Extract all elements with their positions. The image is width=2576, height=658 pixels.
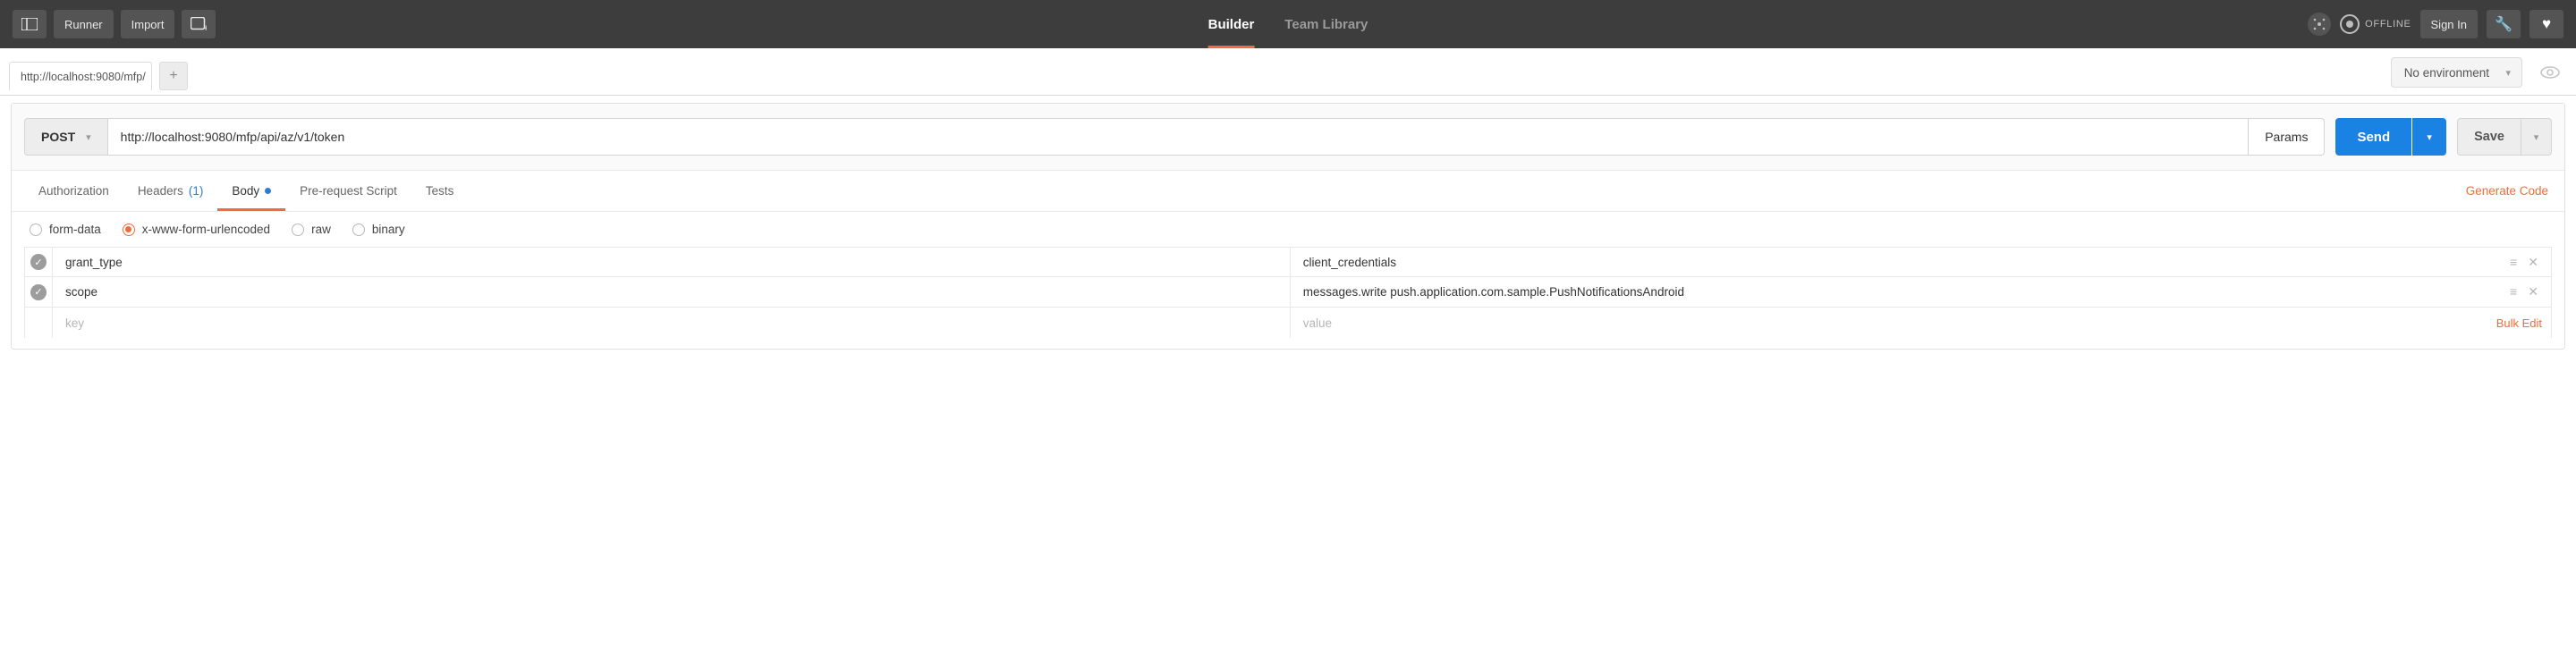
table-row: ✓ grant_type client_credentials ≡ ✕: [24, 247, 2552, 277]
request-panel: POST ▾ Params Send ▾ Save ▾ Authorizatio…: [11, 103, 2565, 350]
tab-prerequest[interactable]: Pre-request Script: [285, 173, 411, 211]
add-request-tab[interactable]: +: [159, 62, 188, 90]
chevron-down-icon: ▾: [2427, 131, 2432, 143]
eye-icon: [2540, 66, 2560, 79]
request-tab[interactable]: http://localhost:9080/mfp/: [9, 62, 152, 90]
settings-button[interactable]: 🔧: [2487, 10, 2521, 38]
import-button[interactable]: Import: [121, 10, 175, 38]
tab-team-library[interactable]: Team Library: [1284, 0, 1368, 48]
chevron-down-icon: ▾: [2505, 67, 2511, 79]
param-key-input[interactable]: scope: [52, 277, 1290, 307]
radio-binary[interactable]: binary: [352, 223, 405, 236]
sync-status-icon[interactable]: [2308, 13, 2331, 36]
request-line: POST ▾ Params Send ▾ Save ▾: [12, 104, 2564, 171]
bulk-edit-link[interactable]: Bulk Edit: [2496, 316, 2551, 330]
param-key-input[interactable]: grant_type: [52, 248, 1290, 276]
send-dropdown[interactable]: ▾: [2412, 118, 2446, 156]
runner-button[interactable]: Runner: [54, 10, 114, 38]
sidebar-icon: [21, 18, 38, 30]
tab-tests[interactable]: Tests: [411, 173, 469, 211]
new-window-button[interactable]: +: [182, 10, 216, 38]
save-dropdown[interactable]: ▾: [2521, 118, 2552, 156]
param-key-input[interactable]: key: [52, 308, 1290, 338]
param-value-input[interactable]: messages.write push.application.com.samp…: [1290, 277, 2497, 307]
row-handle-icon[interactable]: ≡: [2510, 255, 2517, 270]
offline-indicator: OFFLINE: [2340, 14, 2411, 34]
radio-raw[interactable]: raw: [292, 223, 331, 236]
radio-urlencoded[interactable]: x-www-form-urlencoded: [123, 223, 270, 236]
wrench-icon: 🔧: [2495, 15, 2512, 33]
params-button[interactable]: Params: [2249, 118, 2325, 156]
radio-form-data[interactable]: form-data: [30, 223, 101, 236]
chevron-down-icon: ▾: [86, 131, 91, 143]
favorite-button[interactable]: ♥: [2529, 10, 2563, 38]
heart-icon: ♥: [2542, 15, 2551, 33]
method-select[interactable]: POST ▾: [24, 118, 108, 156]
top-tabs: Builder Team Library: [1208, 0, 1368, 48]
row-delete-icon[interactable]: ✕: [2528, 255, 2538, 270]
environment-select[interactable]: No environment ▾: [2391, 57, 2522, 88]
new-window-icon: +: [191, 17, 207, 31]
topbar: Runner Import + Builder Team Library OFF…: [0, 0, 2576, 48]
body-params-table: ✓ grant_type client_credentials ≡ ✕ ✓ sc…: [12, 247, 2564, 349]
toggle-sidebar-button[interactable]: [13, 10, 47, 38]
dirty-dot-icon: [265, 188, 271, 194]
topbar-right: OFFLINE Sign In 🔧 ♥: [2308, 10, 2563, 38]
chevron-down-icon: ▾: [2534, 131, 2539, 143]
row-handle-icon[interactable]: ≡: [2510, 284, 2517, 299]
sign-in-button[interactable]: Sign In: [2420, 10, 2478, 38]
body-type-radios: form-data x-www-form-urlencoded raw bina…: [12, 212, 2564, 247]
tab-headers[interactable]: Headers (1): [123, 173, 218, 211]
quick-look-button[interactable]: [2535, 57, 2565, 88]
tab-body[interactable]: Body: [217, 173, 285, 211]
tab-builder[interactable]: Builder: [1208, 0, 1255, 48]
send-button[interactable]: Send: [2335, 118, 2411, 156]
param-value-input[interactable]: value: [1290, 308, 2496, 338]
svg-text:+: +: [203, 23, 207, 31]
save-button[interactable]: Save: [2457, 118, 2521, 156]
generate-code-link[interactable]: Generate Code: [2466, 184, 2552, 198]
tab-authorization[interactable]: Authorization: [24, 173, 123, 211]
row-enabled-check[interactable]: ✓: [30, 254, 47, 270]
section-tabs: Authorization Headers (1) Body Pre-reque…: [12, 171, 2564, 212]
request-tab-bar: http://localhost:9080/mfp/ + No environm…: [0, 48, 2576, 96]
row-delete-icon[interactable]: ✕: [2528, 284, 2538, 299]
row-enabled-check[interactable]: ✓: [30, 284, 47, 300]
table-row-new: ✓ key value Bulk Edit: [24, 308, 2552, 338]
url-input[interactable]: [108, 118, 2250, 156]
param-value-input[interactable]: client_credentials: [1290, 248, 2497, 276]
table-row: ✓ scope messages.write push.application.…: [24, 277, 2552, 308]
